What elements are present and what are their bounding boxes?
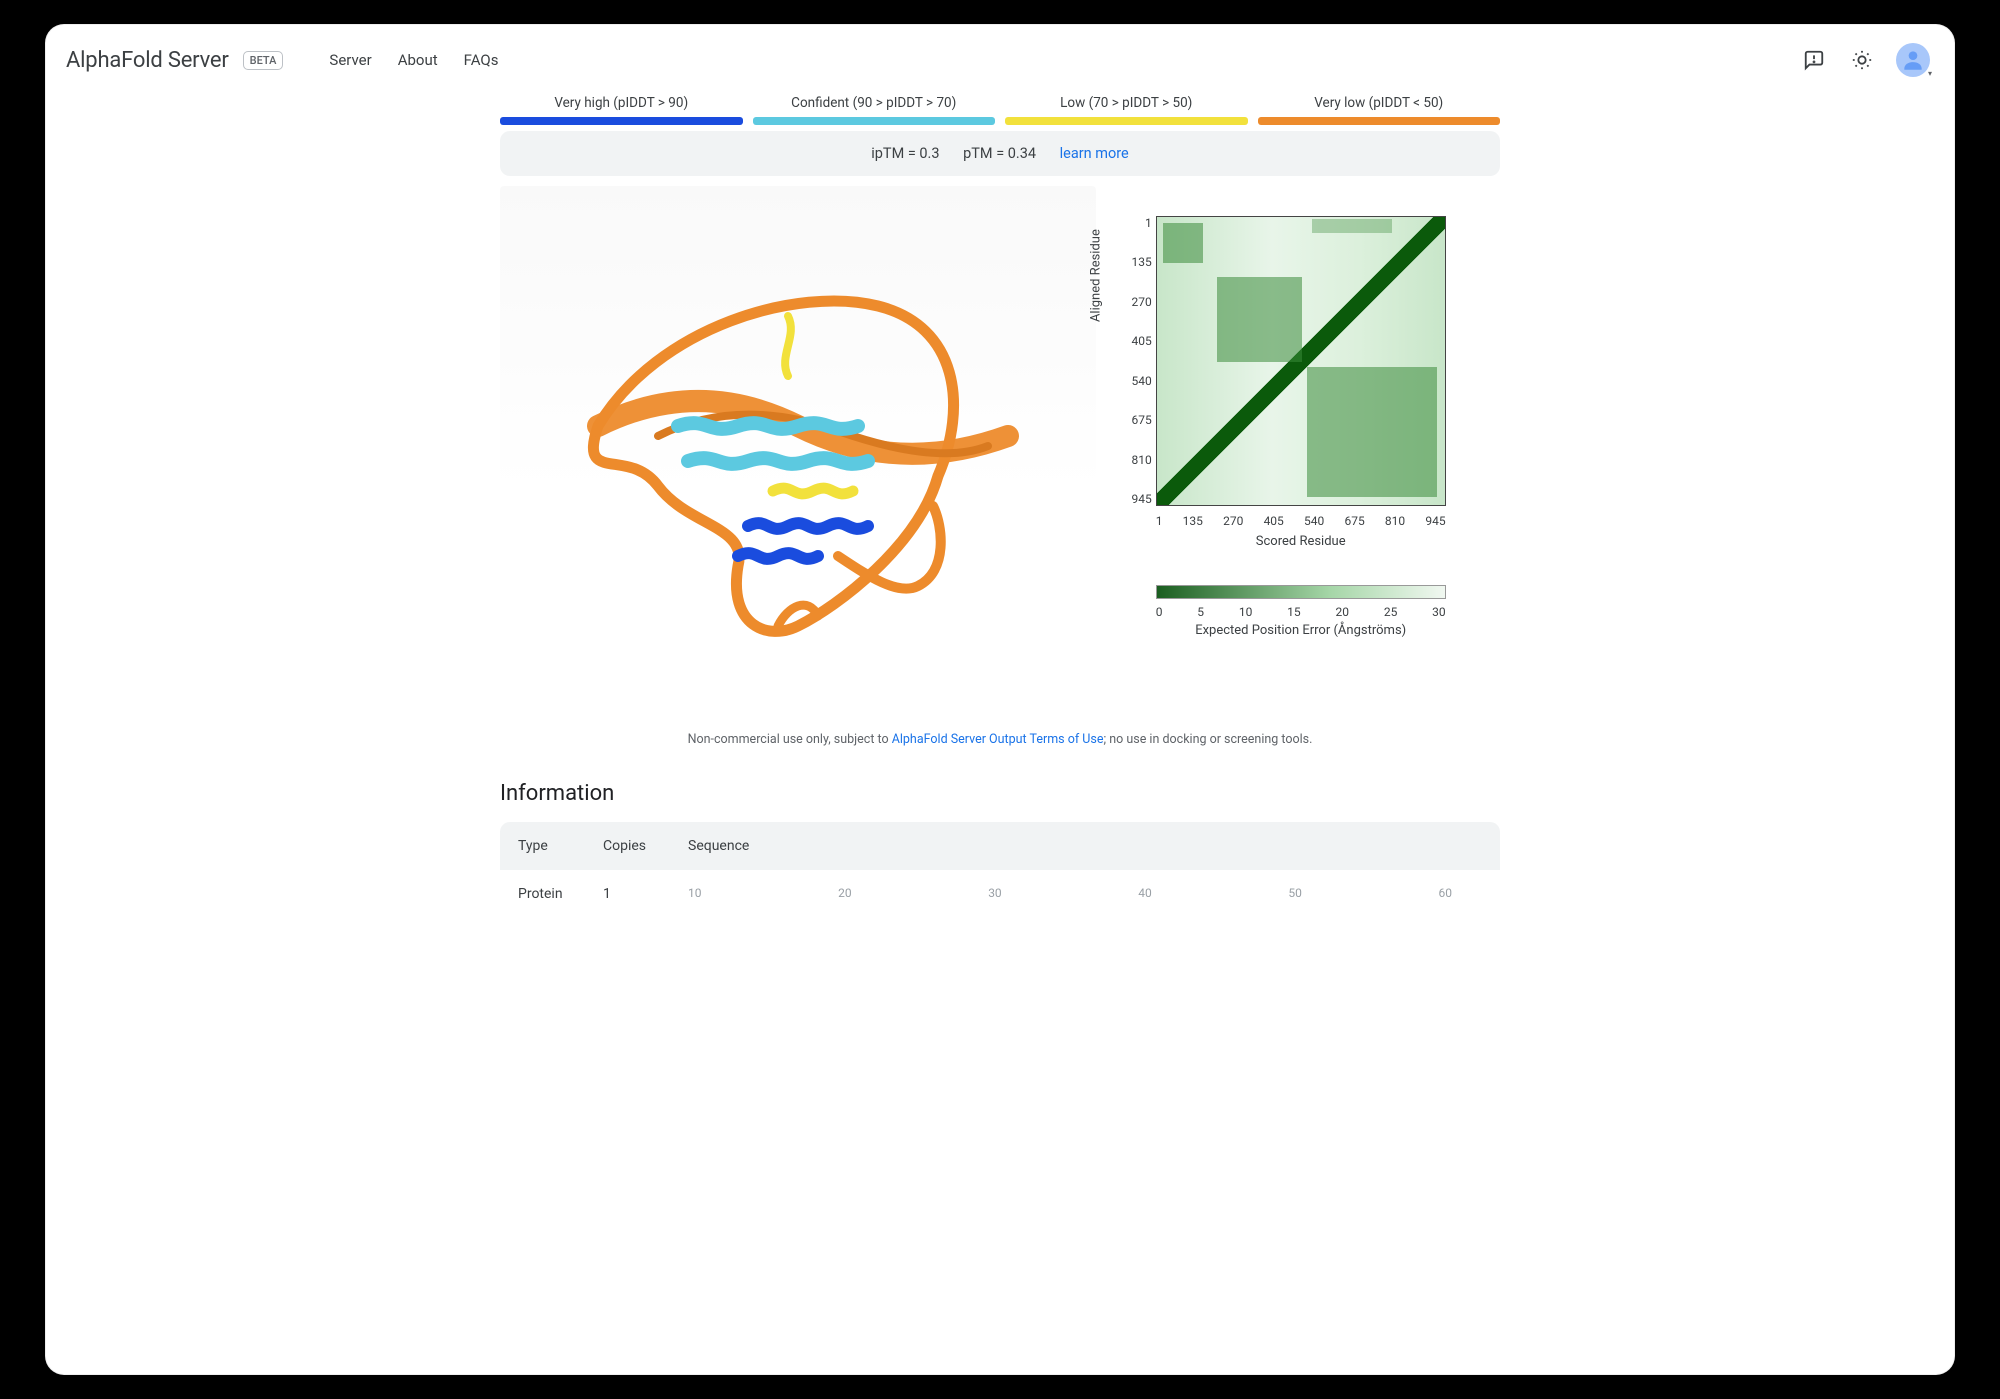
- theme-toggle-icon[interactable]: [1848, 46, 1876, 74]
- terms-link[interactable]: AlphaFold Server Output Terms of Use: [892, 732, 1104, 747]
- nav-faqs[interactable]: FAQs: [464, 51, 499, 69]
- feedback-icon[interactable]: [1800, 46, 1828, 74]
- nav-about[interactable]: About: [398, 51, 438, 69]
- table-row: Protein 1 102030405060: [500, 870, 1500, 918]
- structure-viewer[interactable]: [500, 186, 1096, 696]
- account-avatar[interactable]: [1896, 43, 1930, 77]
- legend-very-low: Very low (pIDDT < 50): [1258, 95, 1501, 117]
- pae-colorbar-ticks: 051015202530: [1156, 605, 1446, 619]
- brand-title: AlphaFold Server: [66, 48, 229, 73]
- app-header: AlphaFold Server BETA Server About FAQs: [46, 25, 1954, 95]
- legend-very-high: Very high (pIDDT > 90): [500, 95, 743, 117]
- pae-panel: Aligned Residue 1135270405540675810945 1…: [1116, 186, 1500, 696]
- learn-more-link[interactable]: learn more: [1060, 145, 1129, 162]
- sequence-ruler: 102030405060: [688, 886, 1482, 902]
- info-table-header: Type Copies Sequence: [500, 822, 1500, 870]
- th-copies: Copies: [603, 838, 688, 854]
- cell-type: Protein: [518, 886, 603, 902]
- beta-badge: BETA: [243, 51, 284, 70]
- ptm-value: pTM = 0.34: [963, 145, 1036, 162]
- disclaimer: Non-commercial use only, subject to Alph…: [500, 732, 1500, 747]
- legend-low: Low (70 > pIDDT > 50): [1005, 95, 1248, 117]
- pae-colorbar-label: Expected Position Error (Ångströms): [1156, 623, 1446, 638]
- section-information-title: Information: [500, 781, 1500, 806]
- top-nav: Server About FAQs: [329, 51, 498, 69]
- confidence-legend: Very high (pIDDT > 90) Confident (90 > p…: [500, 95, 1500, 125]
- th-sequence: Sequence: [688, 838, 1482, 854]
- pae-heatmap[interactable]: [1156, 216, 1446, 506]
- pae-colorbar: [1156, 585, 1446, 599]
- pae-yticks: 1135270405540675810945: [1126, 216, 1152, 506]
- pae-xlabel: Scored Residue: [1156, 534, 1446, 549]
- legend-confident: Confident (90 > pIDDT > 70): [753, 95, 996, 117]
- cell-copies: 1: [603, 886, 688, 902]
- pae-xticks: 1135270405540675810945: [1156, 514, 1446, 528]
- nav-server[interactable]: Server: [329, 51, 371, 69]
- th-type: Type: [518, 838, 603, 854]
- iptm-value: ipTM = 0.3: [871, 145, 939, 162]
- pae-ylabel: Aligned Residue: [1088, 229, 1103, 322]
- metrics-bar: ipTM = 0.3 pTM = 0.34 learn more: [500, 131, 1500, 176]
